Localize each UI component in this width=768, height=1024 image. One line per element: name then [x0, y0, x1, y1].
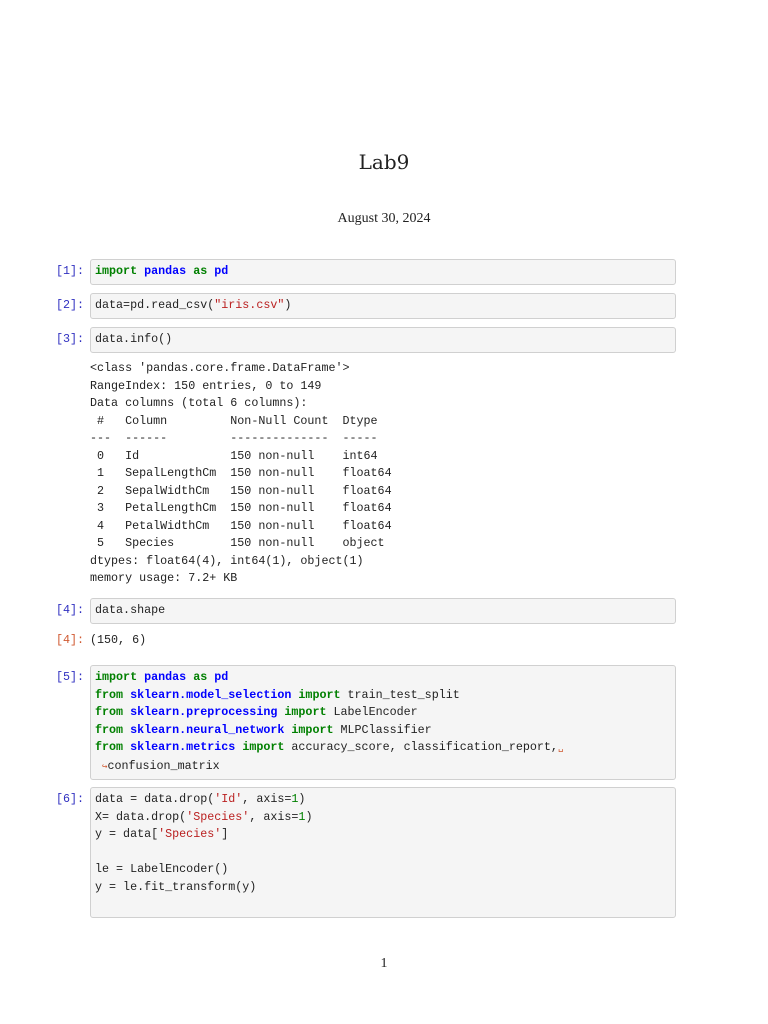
code-token: MLPClassifier	[333, 722, 432, 737]
code-token: pd	[214, 670, 229, 684]
code-line: ↪confusion_matrix	[95, 758, 675, 777]
code-token: sklearn.model_selection	[130, 687, 292, 702]
code-token: pandas	[144, 670, 187, 684]
code-line: import pandas as pd	[95, 263, 675, 281]
code-token: "iris.csv"	[214, 298, 285, 312]
code-line: from sklearn.preprocessing import LabelE…	[95, 704, 675, 722]
code-token: sklearn.neural_network	[130, 722, 285, 737]
code-token: import	[284, 705, 327, 719]
input-prompt: [1]:	[56, 264, 85, 278]
code-token: import	[95, 670, 138, 684]
code-token: data.shape	[95, 603, 166, 617]
output-line: 0 Id 150 non-null int64	[90, 448, 392, 463]
notebook-title: Lab9	[358, 150, 410, 174]
page-number: 1	[380, 956, 388, 971]
code-token: X= data.drop(	[95, 809, 187, 824]
code-line: data.shape	[95, 602, 675, 620]
code-token: from	[95, 722, 124, 737]
notebook-date: August 30, 2024	[337, 211, 431, 226]
code-input[interactable]: data = data.drop('Id', axis=1) X= data.dr…	[90, 787, 676, 918]
code-input[interactable]: data.shape	[90, 598, 676, 624]
code-token: import	[291, 722, 334, 737]
code-token: pandas	[144, 264, 187, 278]
code-token: sklearn.preprocessing	[130, 705, 278, 719]
code-input[interactable]: import pandas as pd	[90, 259, 676, 285]
code-line: y = le.fit_transform(y)	[95, 879, 675, 897]
output-prompt: [4]:	[56, 633, 85, 647]
code-token: import	[298, 687, 341, 702]
code-token: confusion_matrix	[107, 758, 220, 773]
code-token: data = data.drop(	[95, 792, 215, 806]
code-token: as	[193, 670, 208, 684]
output-line: Data columns (total 6 columns):	[90, 396, 308, 410]
output-line: 1 SepalLengthCm 150 non-null float64	[90, 466, 392, 480]
code-token: from	[95, 705, 124, 719]
output-value: (150, 6)	[90, 633, 147, 647]
code-token: accuracy_score, classification_report,	[284, 740, 558, 754]
code-line: data = data.drop('Id', axis=1)	[95, 791, 675, 809]
code-token: from	[95, 687, 124, 702]
output-line: RangeIndex: 150 entries, 0 to 149	[90, 378, 322, 393]
output-line: memory usage: 7.2+ KB	[90, 571, 238, 585]
code-token: , axis=	[242, 792, 292, 806]
output-line: --- ------ -------------- -----	[90, 431, 392, 445]
code-token: LabelEncoder	[326, 705, 418, 719]
code-token: le = LabelEncoder()	[95, 862, 229, 876]
code-token: )	[305, 809, 313, 824]
input-prompt: [2]:	[56, 298, 85, 312]
code-token: 'Species'	[186, 809, 250, 824]
code-token: import	[242, 740, 285, 754]
code-token: , axis=	[249, 809, 299, 824]
output-line: # Column Non-Null Count Dtype	[90, 413, 392, 428]
code-token: as	[193, 264, 208, 278]
stream-output: <class 'pandas.core.frame.DataFrame'> Ran…	[90, 360, 392, 588]
code-line: data=pd.read_csv("iris.csv")	[95, 297, 675, 315]
code-token: 'Species'	[158, 827, 222, 841]
code-token: sklearn.metrics	[130, 740, 236, 754]
output-line: 3 PetalLengthCm 150 non-null float64	[90, 501, 392, 515]
input-prompt: [6]:	[56, 792, 85, 806]
code-token: y = le.fit_transform(y)	[95, 879, 257, 894]
code-line	[95, 844, 675, 862]
code-token: ]	[221, 827, 229, 841]
code-line: from sklearn.metrics import accuracy_sco…	[95, 739, 675, 758]
code-line: y = data['Species']	[95, 826, 675, 844]
line-continuation-icon: ␣	[557, 743, 564, 753]
output-line: dtypes: float64(4), int64(1), object(1)	[90, 553, 364, 568]
output-line: <class 'pandas.core.frame.DataFrame'>	[90, 361, 350, 375]
code-token: 'Id'	[214, 792, 243, 806]
input-prompt: [3]:	[56, 332, 85, 346]
code-line: X= data.drop('Species', axis=1)	[95, 809, 675, 827]
input-prompt: [5]:	[56, 670, 85, 684]
code-line: import pandas as pd	[95, 669, 675, 687]
code-line: from sklearn.model_selection import trai…	[95, 687, 675, 705]
code-token: data.info()	[95, 332, 173, 346]
code-token: y = data[	[95, 827, 159, 841]
code-token: from	[95, 740, 124, 754]
output-line: 2 SepalWidthCm 150 non-null float64	[90, 483, 392, 498]
code-token: data=pd.read_csv(	[95, 298, 215, 312]
code-line	[95, 896, 675, 914]
code-token: )	[284, 298, 292, 312]
output-line: 5 Species 150 non-null object	[90, 536, 392, 550]
code-input[interactable]: data=pd.read_csv("iris.csv")	[90, 293, 676, 319]
code-token: pd	[214, 264, 229, 278]
code-token: )	[298, 792, 306, 806]
input-prompt: [4]:	[56, 603, 85, 617]
output-line: 4 PetalWidthCm 150 non-null float64	[90, 518, 392, 533]
code-line: le = LabelEncoder()	[95, 861, 675, 879]
code-line: data.info()	[95, 331, 675, 349]
code-input[interactable]: import pandas as pd from sklearn.model_se…	[90, 665, 676, 780]
code-token: import	[95, 264, 138, 278]
code-input[interactable]: data.info()	[90, 327, 676, 353]
code-line: from sklearn.neural_network import MLPCl…	[95, 722, 675, 740]
code-token: train_test_split	[340, 687, 460, 702]
